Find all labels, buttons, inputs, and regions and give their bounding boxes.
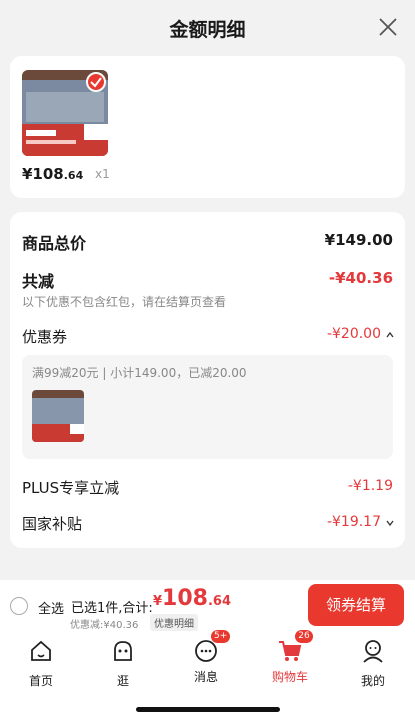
message-badge: 5+ xyxy=(211,630,231,643)
coupon-detail-box: 满99减20元 | 小计149.00，已减20.00 xyxy=(22,355,393,459)
page-title: 金额明细 xyxy=(169,19,246,41)
tab-home[interactable]: 首页 xyxy=(11,638,71,689)
total-price-value: ¥149.00 xyxy=(324,231,393,249)
product-image[interactable] xyxy=(22,70,108,156)
cart-badge: 26 xyxy=(295,630,313,643)
reduce-label: 共减 xyxy=(22,272,55,291)
subsidy-label: 国家补贴 xyxy=(22,515,83,533)
coupon-label: 优惠券 xyxy=(22,328,68,346)
subsidy-value[interactable]: -¥19.17 xyxy=(327,514,381,530)
close-icon[interactable] xyxy=(377,16,399,38)
profile-icon xyxy=(363,640,383,663)
tab-cart[interactable]: 26 购物车 xyxy=(260,630,320,685)
tab-label: 首页 xyxy=(28,674,53,688)
product-card: ¥108.64 x1 xyxy=(10,56,405,198)
select-all-label[interactable]: 全选 xyxy=(38,598,64,617)
tab-messages[interactable]: 5+ 消息 xyxy=(176,630,236,685)
chevron-up-icon[interactable] xyxy=(385,330,395,340)
tab-profile[interactable]: 我的 xyxy=(343,638,403,689)
tab-label: 我的 xyxy=(360,674,385,688)
reduce-value: -¥40.36 xyxy=(328,269,393,287)
price-breakdown-card: 商品总价 ¥149.00 共减 -¥40.36 以下优惠不包含红包，请在结算页查… xyxy=(10,212,405,548)
product-quantity: x1 xyxy=(95,167,110,181)
checkout-button[interactable]: 领券结算 xyxy=(308,584,404,626)
coupon-description: 满99减20元 | 小计149.00，已减20.00 xyxy=(32,366,247,380)
selected-check-icon[interactable] xyxy=(86,72,106,92)
discount-detail-button[interactable]: 优惠明细 xyxy=(150,614,198,631)
home-indicator xyxy=(136,707,280,712)
cart-total: ¥108.64 xyxy=(153,586,232,611)
plus-discount-value: -¥1.19 xyxy=(347,478,393,494)
chevron-down-icon[interactable] xyxy=(385,518,395,528)
select-all-radio[interactable] xyxy=(10,597,28,615)
browse-icon xyxy=(114,641,132,661)
tab-label: 消息 xyxy=(193,670,218,684)
tab-browse[interactable]: 逛 xyxy=(93,638,153,689)
tab-label: 逛 xyxy=(116,674,129,688)
checkout-bar: 全选 已选1件,合计: ¥108.64 优惠减:¥40.36 优惠明细 领券结算 xyxy=(0,580,415,632)
product-price: ¥108.64 xyxy=(22,165,84,183)
discount-summary: 优惠减:¥40.36 xyxy=(70,620,139,631)
reduce-hint: 以下优惠不包含红包，请在结算页查看 xyxy=(22,295,227,309)
header: 金额明细 xyxy=(0,0,415,54)
coupon-value[interactable]: -¥20.00 xyxy=(327,326,381,342)
selected-count-text: 已选1件,合计: xyxy=(71,601,153,616)
tab-label: 购物车 xyxy=(271,670,308,684)
coupon-product-image xyxy=(32,390,84,442)
plus-discount-label: PLUS专享立减 xyxy=(22,479,120,497)
home-icon xyxy=(31,640,51,661)
total-price-label: 商品总价 xyxy=(22,234,87,253)
